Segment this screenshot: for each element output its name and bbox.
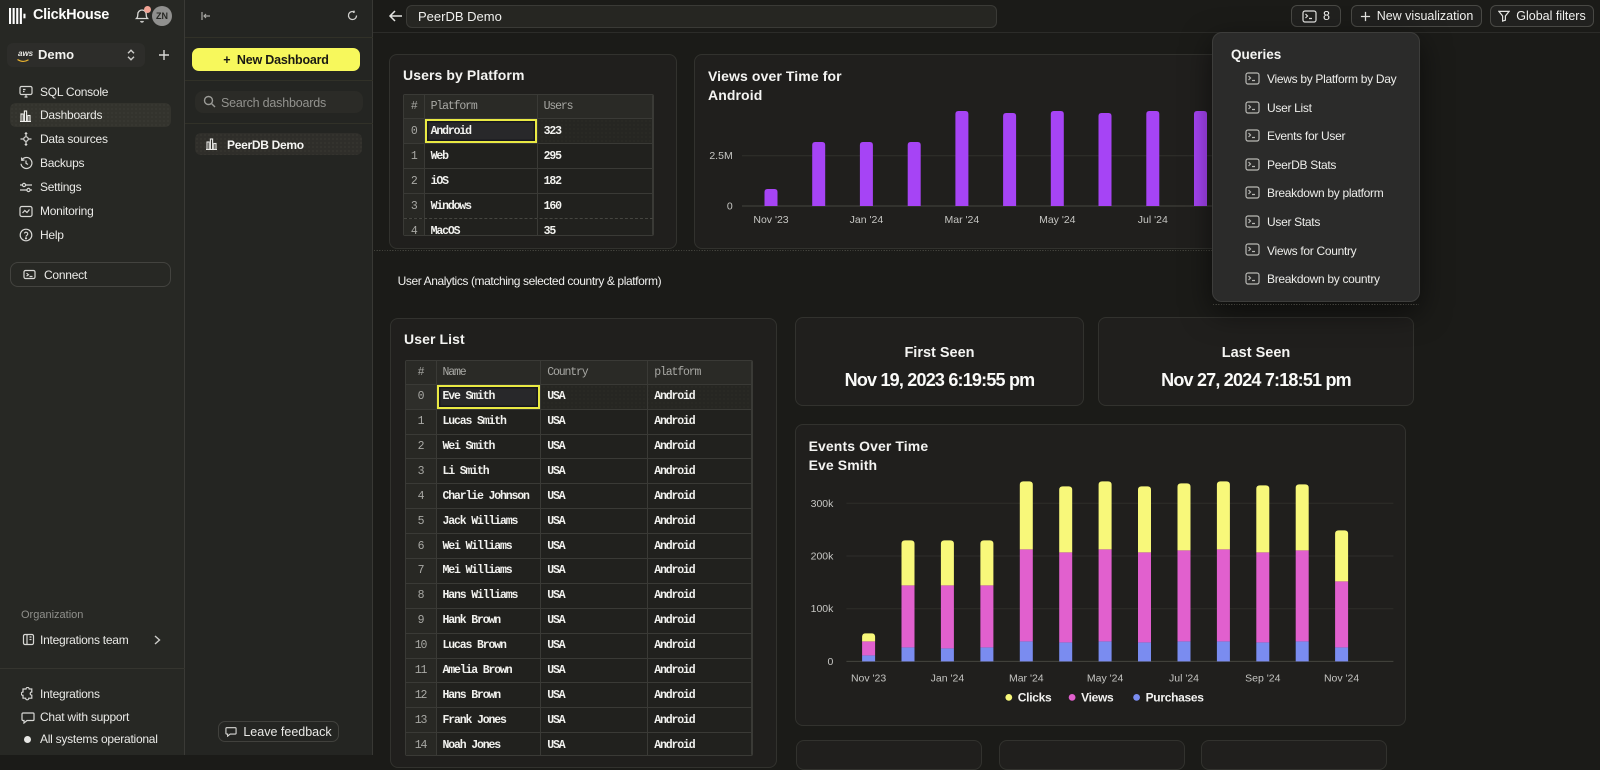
svg-text:300k: 300k	[810, 497, 834, 509]
svg-text:Mar '24: Mar '24	[1009, 672, 1044, 684]
svg-text:0: 0	[727, 201, 733, 213]
svg-text:Purchases: Purchases	[1145, 690, 1204, 704]
svg-text:2.5M: 2.5M	[709, 150, 732, 162]
svg-text:May '24: May '24	[1039, 214, 1076, 226]
svg-text:Mar '24: Mar '24	[945, 214, 980, 226]
svg-text:Jan '24: Jan '24	[930, 672, 964, 684]
svg-text:0: 0	[827, 655, 833, 667]
svg-text:Jul '24: Jul '24	[1169, 672, 1199, 684]
svg-text:100k: 100k	[810, 603, 834, 615]
svg-text:Jul '24: Jul '24	[1138, 214, 1168, 226]
svg-text:200k: 200k	[810, 550, 834, 562]
svg-text:Nov '23: Nov '23	[851, 672, 886, 684]
svg-text:Sep '24: Sep '24	[1245, 672, 1280, 684]
svg-text:Nov '24: Nov '24	[1324, 672, 1359, 684]
svg-text:Views: Views	[1081, 690, 1114, 704]
svg-text:Jan '24: Jan '24	[850, 214, 884, 226]
svg-text:Nov '23: Nov '23	[753, 214, 788, 226]
svg-text:May '24: May '24	[1086, 672, 1123, 684]
svg-text:Clicks: Clicks	[1017, 690, 1051, 704]
